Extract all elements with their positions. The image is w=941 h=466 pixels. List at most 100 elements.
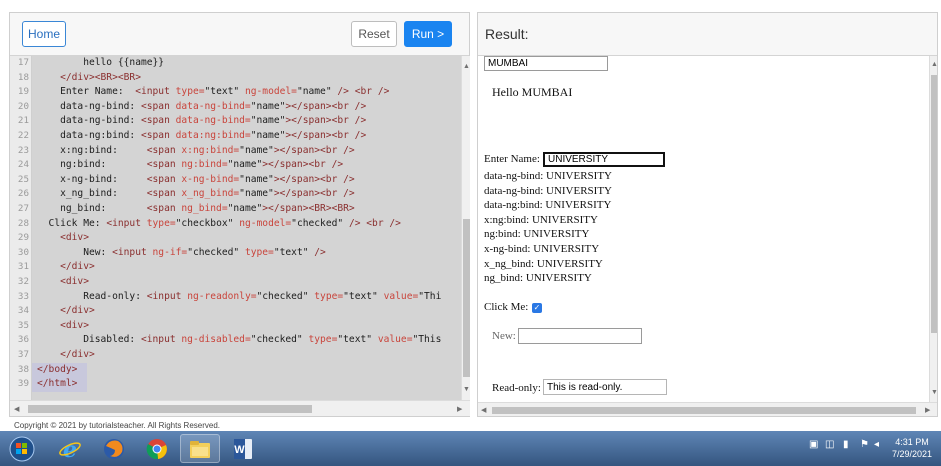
code-token: ng-if= [152, 246, 188, 258]
code-line[interactable]: 34 </div> [10, 304, 461, 319]
code-line[interactable]: 39 </html> [18, 377, 87, 392]
taskbar-clock[interactable]: 4:31 PM 7/29/2021 [887, 436, 937, 460]
clock-time: 4:31 PM [895, 437, 929, 447]
taskbar-file-explorer[interactable] [180, 434, 220, 463]
code-line[interactable]: 30 New: <input ng-if="checked" type="tex… [10, 246, 461, 261]
code-line[interactable]: 27 ng_bind: <span ng_bind="name"></span>… [10, 202, 461, 217]
code-token: Read-only: [37, 290, 147, 302]
scroll-up-arrow-icon[interactable]: ▲ [463, 63, 470, 70]
scroll-right-arrow-icon[interactable]: ▶ [925, 406, 930, 414]
code-text: ng_bind: <span ng_bind="name"></span><BR… [37, 202, 355, 217]
read-only-input[interactable] [543, 379, 667, 395]
code-token: "name" [239, 144, 274, 156]
scroll-down-arrow-icon[interactable]: ▼ [931, 389, 937, 396]
code-token: <input [140, 334, 182, 346]
code-line[interactable]: 38 </body> [18, 362, 87, 378]
taskbar-chrome[interactable] [137, 434, 177, 463]
code-line[interactable]: 20 data-ng-bind: <span data-ng-bind="nam… [10, 100, 461, 115]
code-line[interactable]: 18 </div><BR><BR> [10, 71, 461, 86]
result-vertical-scrollbar[interactable]: ▲ ▼ [929, 56, 937, 402]
result-horizontal-scroll-thumb[interactable] [492, 407, 916, 414]
code-token: value= [377, 334, 413, 346]
copyright-text: Copyright © 2021 by tutorialsteacher. Al… [14, 421, 220, 430]
result-header: Result: [478, 13, 937, 56]
code-line[interactable]: 29 <div> [10, 231, 461, 246]
enter-name-input[interactable] [543, 152, 665, 167]
code-token: <span [140, 100, 176, 112]
run-button[interactable]: Run > [404, 21, 452, 47]
code-text: </div> [37, 304, 95, 319]
signal-icon[interactable]: ▮ [843, 439, 849, 450]
taskbar-ie[interactable]: e [50, 434, 90, 463]
code-line[interactable]: 23 x:ng:bind: <span x:ng:bind="name"></s… [10, 144, 461, 159]
scroll-down-arrow-icon[interactable]: ▼ [463, 386, 470, 393]
code-token: </div><BR><BR> [37, 71, 141, 83]
code-line[interactable]: 17 hello {{name}} [10, 56, 461, 71]
reset-button[interactable]: Reset [351, 21, 397, 47]
new-input[interactable] [518, 328, 642, 344]
code-text: data-ng-bind: <span data-ng-bind="name">… [37, 100, 366, 115]
code-token: "name" [250, 130, 286, 141]
result-horizontal-scrollbar[interactable]: ◀ ▶ [478, 402, 937, 416]
windows-taskbar: e W ▣ ◫ ▮ ⚑ ◂ 4:31 PM 7/29/2021 [0, 431, 941, 466]
new-label: New: [492, 330, 516, 342]
editor-vertical-scroll-thumb[interactable] [463, 219, 470, 377]
volume-icon[interactable]: ◂ [874, 439, 879, 450]
line-number: 24 [17, 159, 29, 171]
code-token: <span [146, 159, 182, 171]
result-panel: Result: Hello MUMBAI Enter Name: data-ng… [477, 12, 938, 417]
click-me-label: Click Me: [484, 301, 529, 313]
scroll-up-arrow-icon[interactable]: ▲ [931, 61, 937, 68]
code-editor[interactable]: 17 hello {{name}} 18 </div><BR><BR> 19 Ent… [10, 56, 461, 400]
code-line[interactable]: 33 Read-only: <input ng-readonly="checke… [10, 290, 461, 305]
code-text: Disabled: <input ng-disabled="checked" t… [37, 333, 441, 348]
code-line[interactable]: 32 <div> [10, 275, 461, 290]
code-token: data-ng-bind: [37, 115, 141, 127]
code-line[interactable]: 31 </div> [10, 260, 461, 275]
network-icon[interactable]: ◫ [825, 439, 834, 450]
internet-explorer-icon: e [59, 437, 81, 461]
code-line[interactable]: 37 </div> [10, 348, 461, 363]
line-number: 26 [17, 188, 29, 200]
line-number: 34 [17, 305, 29, 317]
code-line[interactable]: 19 Enter Name: <input type="text" ng-mod… [10, 85, 461, 100]
code-token: <input [106, 217, 147, 229]
editor-horizontal-scrollbar[interactable]: ◀ ▶ [10, 400, 470, 416]
code-text: New: <input ng-if="checked" type="text" … [37, 246, 326, 261]
code-token: hello {{name}} [37, 57, 165, 68]
top-name-input[interactable] [484, 56, 608, 71]
taskbar-firefox[interactable] [94, 434, 134, 463]
scroll-left-arrow-icon[interactable]: ◀ [14, 405, 19, 413]
home-button[interactable]: Home [22, 21, 66, 47]
taskbar-word[interactable]: W [223, 434, 263, 463]
code-line[interactable]: 35 <div> [10, 319, 461, 334]
code-token: /> <br /> [337, 86, 390, 98]
code-token: Enter Name: [37, 86, 136, 98]
code-line[interactable]: 22 data-ng:bind: <span data:ng:bind="nam… [10, 129, 461, 144]
binding-output-line: data-ng-bind: UNIVERSITY [484, 184, 613, 197]
binding-output-line: data-ng:bind: UNIVERSITY [484, 199, 612, 212]
code-line[interactable]: 21 data-ng-bind: <span data-ng-bind="nam… [10, 114, 461, 129]
code-line[interactable]: 24 ng:bind: <span ng:bind="name"></span>… [10, 158, 461, 173]
code-line[interactable]: 26 x_ng_bind: <span x_ng_bind="name"></s… [10, 187, 461, 202]
scroll-right-arrow-icon[interactable]: ▶ [457, 405, 462, 413]
result-vertical-scroll-thumb[interactable] [931, 75, 937, 333]
editor-horizontal-scroll-thumb[interactable] [28, 405, 312, 413]
flag-icon[interactable]: ⚑ [860, 439, 869, 450]
code-token: data-ng:bind: [37, 130, 141, 141]
code-token: <span [146, 144, 182, 156]
line-number: 27 [17, 203, 29, 214]
code-line[interactable]: 28 Click Me: <input type="checkbox" ng-m… [10, 217, 461, 232]
code-token: "name" [239, 188, 274, 200]
editor-vertical-scrollbar[interactable]: ▲ ▼ [461, 56, 470, 400]
action-center-icon[interactable]: ▣ [809, 439, 818, 450]
scroll-left-arrow-icon[interactable]: ◀ [481, 406, 486, 414]
line-number: 25 [17, 173, 29, 185]
code-token: <span [146, 203, 182, 214]
code-line[interactable]: 36 Disabled: <input ng-disabled="checked… [10, 333, 461, 348]
code-line[interactable]: 25 x-ng-bind: <span x-ng-bind="name"></s… [10, 173, 461, 188]
code-token: </body> [37, 363, 78, 375]
line-number: 36 [17, 334, 29, 346]
click-me-checkbox[interactable]: ✓ [532, 303, 542, 313]
start-button[interactable] [6, 434, 38, 463]
